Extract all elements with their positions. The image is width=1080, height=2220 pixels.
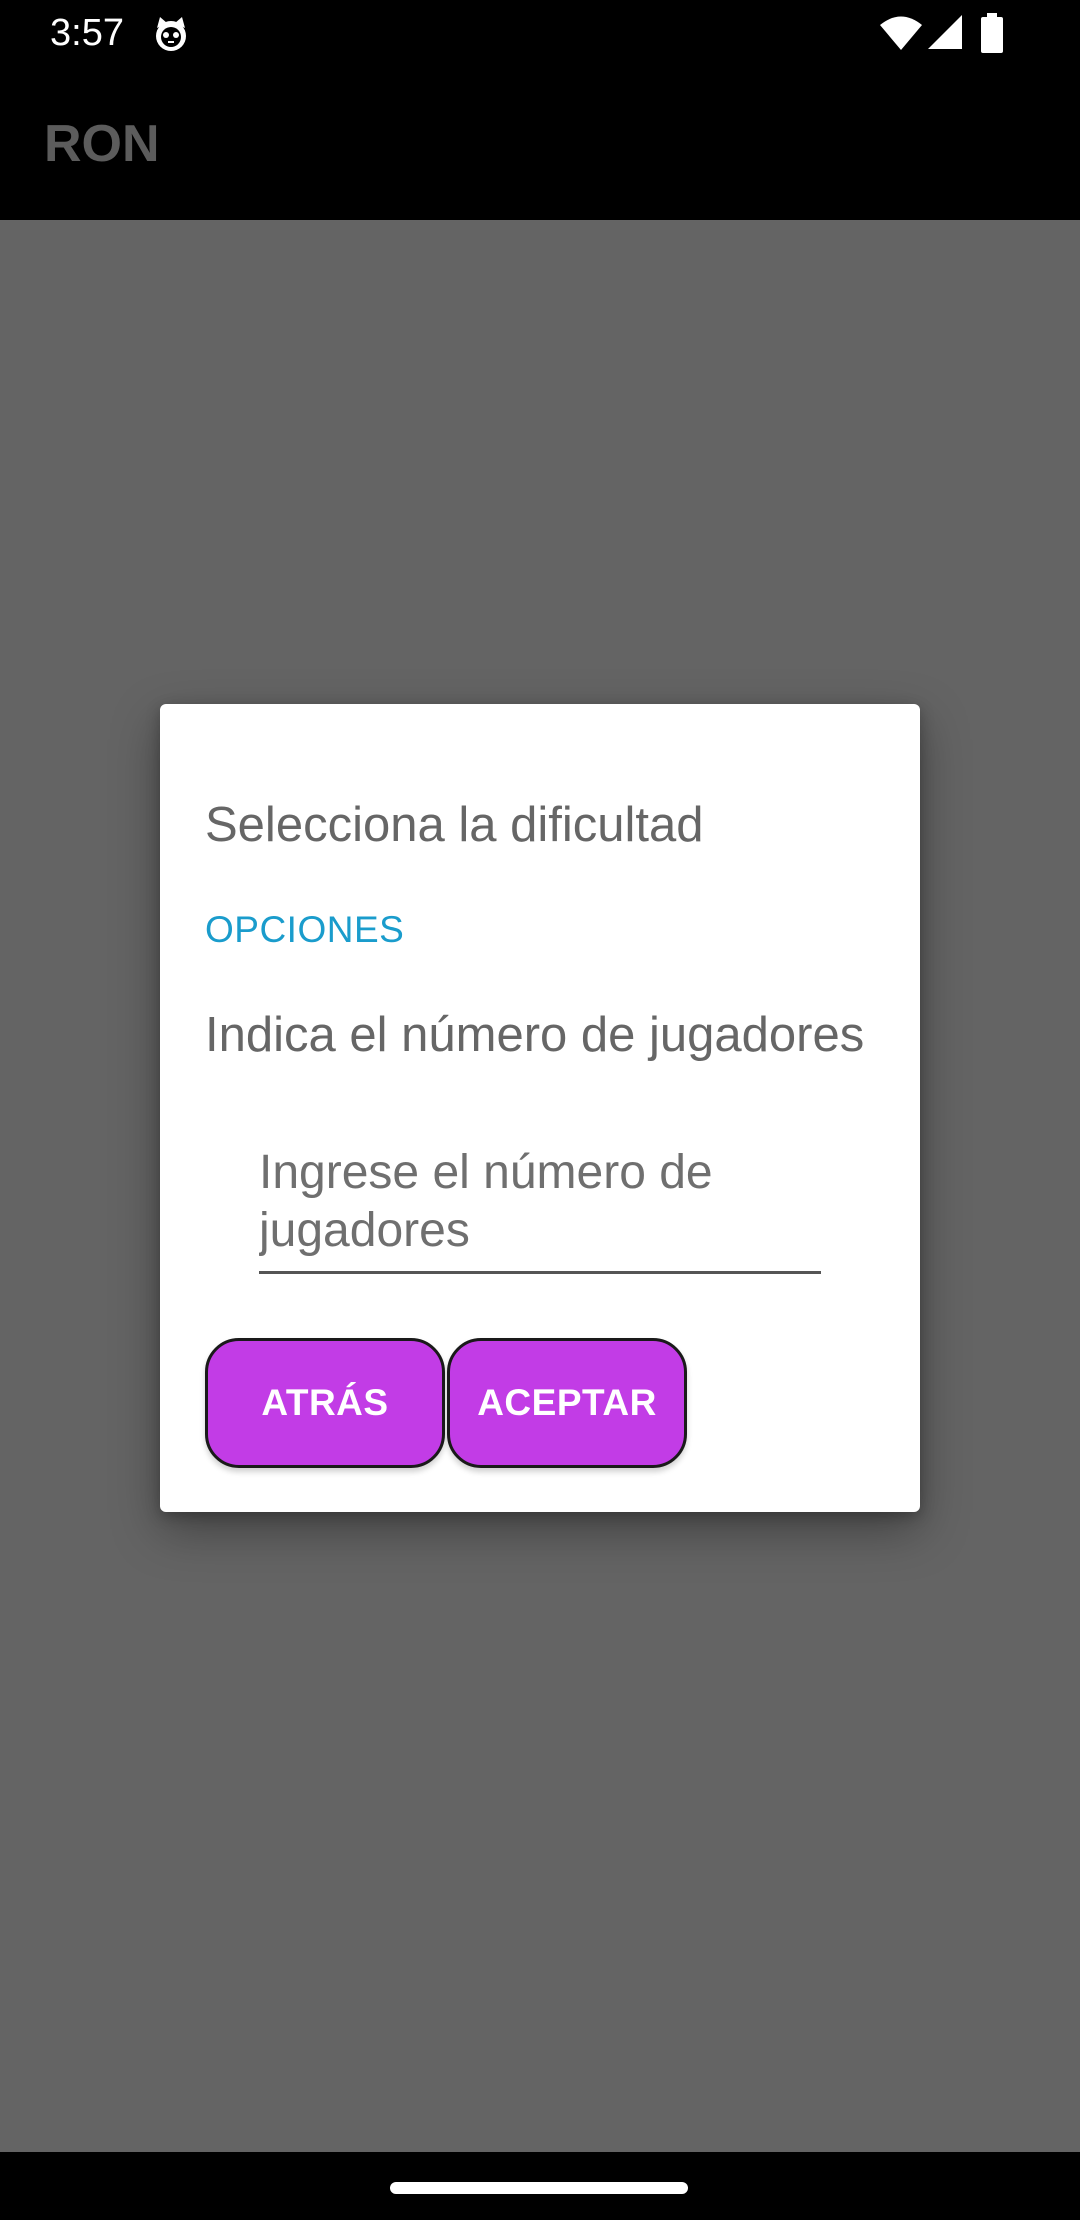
battery-icon [980,13,1004,53]
app-bar: RON [0,66,1080,220]
back-button[interactable]: ATRÁS [205,1338,445,1468]
accept-button[interactable]: ACEPTAR [447,1338,687,1468]
status-bar: 3:57 [0,0,1080,66]
home-gesture-handle[interactable] [390,2182,688,2194]
difficulty-dialog: Selecciona la dificultad OPCIONES Indica… [160,704,920,1512]
dialog-title: Selecciona la dificultad [205,798,704,852]
players-prompt: Indica el número de jugadores [205,1008,865,1062]
app-title: RON [44,115,160,173]
cat-notification-icon [152,16,190,52]
signal-icon [928,15,962,49]
players-number-input[interactable] [259,1144,821,1274]
status-time: 3:57 [50,12,124,54]
screen: 3:57 RON Selecciona la dificultad OPCION… [0,0,1080,2220]
navigation-bar [0,2152,1080,2220]
options-section-label: OPCIONES [205,909,405,950]
wifi-icon [880,16,922,50]
